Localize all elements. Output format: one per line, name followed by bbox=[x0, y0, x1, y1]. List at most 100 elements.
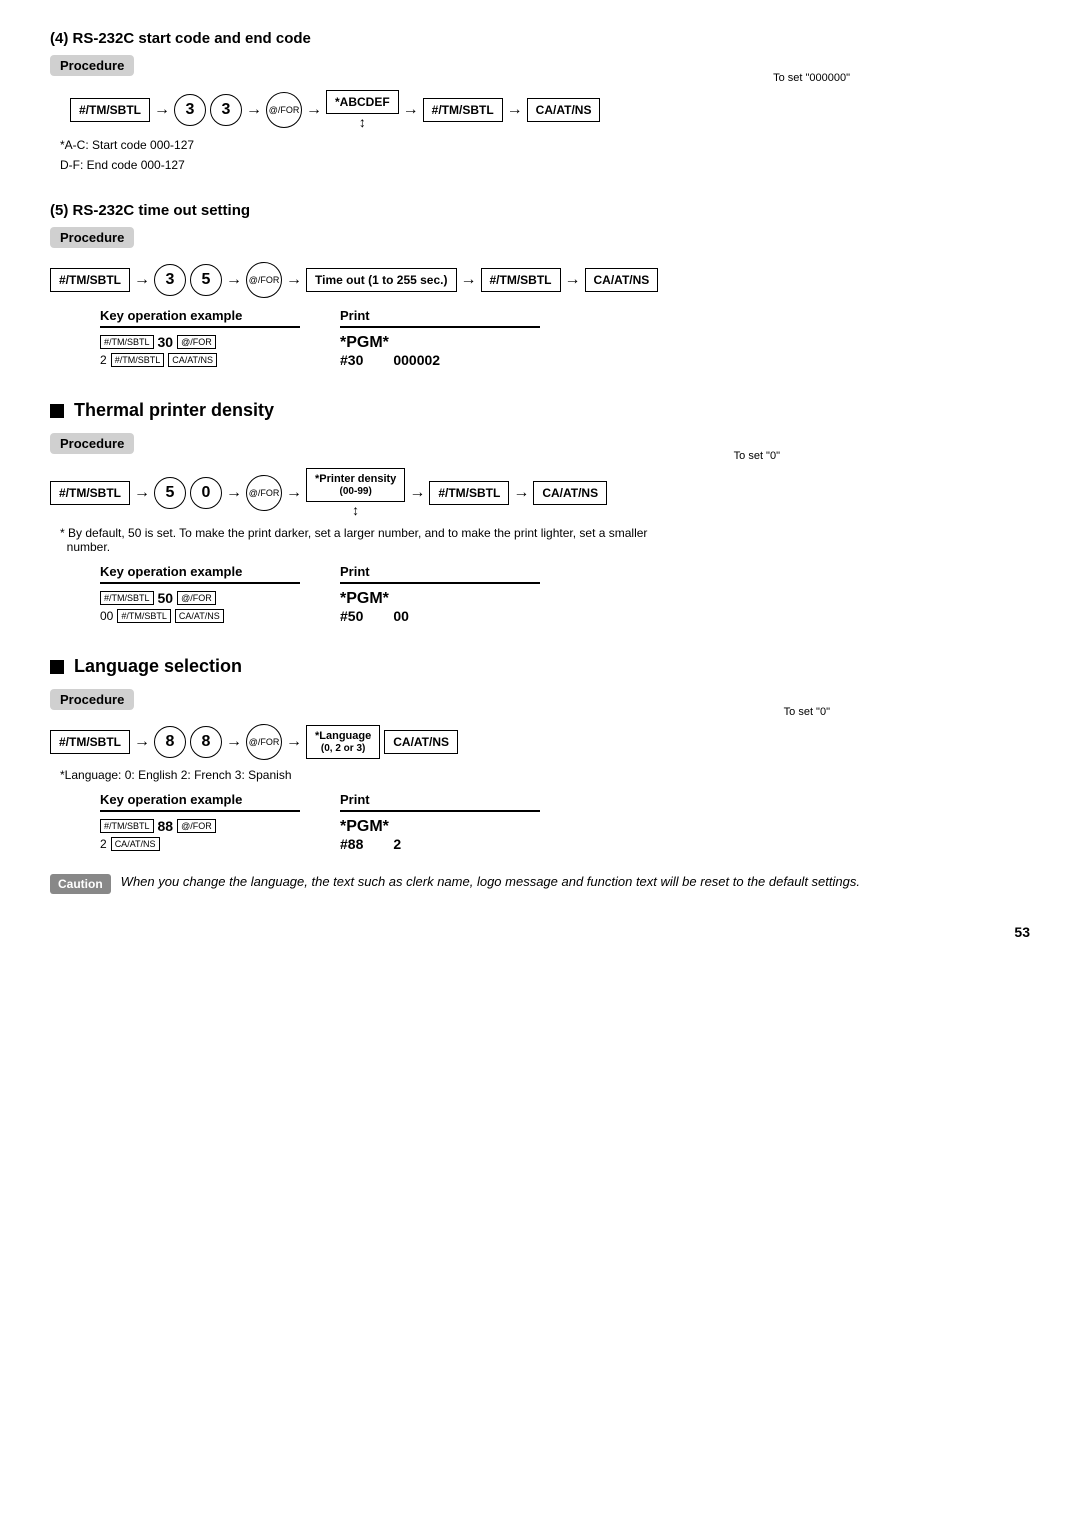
flow-caatns-1: CA/AT/NS bbox=[527, 98, 601, 122]
key-op-header-2: Key operation example bbox=[100, 564, 300, 584]
key-box-tmstbl-4: #/TM/SBTL bbox=[117, 609, 171, 623]
to-set-label-3: To set "0" bbox=[784, 706, 830, 718]
language-title-bar: Language selection bbox=[50, 656, 1030, 677]
flow-caatns-3: CA/AT/NS bbox=[533, 481, 607, 505]
flow-circle-3b: 3 bbox=[210, 94, 242, 126]
flow-caatns-4: CA/AT/NS bbox=[384, 730, 458, 754]
flow-abcdef: *ABCDEF bbox=[326, 90, 399, 114]
arrow-7: → bbox=[226, 271, 242, 289]
print-row-1: #30 000002 bbox=[340, 352, 540, 368]
flow-tmstbl-3: #/TM/SBTL bbox=[50, 268, 130, 292]
key-op-row-2a: #/TM/SBTL 50 @/FOR bbox=[100, 590, 300, 606]
key-box-tmstbl-5: #/TM/SBTL bbox=[100, 819, 154, 833]
note-1a: *A-C: Start code 000-127 bbox=[60, 138, 1030, 152]
key-num-00: 00 bbox=[100, 609, 113, 623]
black-square-thermal bbox=[50, 404, 64, 418]
flow-circle-0: 0 bbox=[190, 477, 222, 509]
flow-tmstbl-4: #/TM/SBTL bbox=[481, 268, 561, 292]
flow-circle-5a: 5 bbox=[190, 264, 222, 296]
flow-row-2: #/TM/SBTL → 3 5 → @/FOR → Time out (1 to… bbox=[50, 262, 1030, 298]
key-num-50: 50 bbox=[158, 590, 174, 606]
arrow-4: → bbox=[403, 101, 419, 119]
flow-circle-3a: 3 bbox=[174, 94, 206, 126]
procedure-badge-1: Procedure bbox=[50, 55, 134, 76]
key-op-col-3: Key operation example #/TM/SBTL 88 @/FOR… bbox=[100, 792, 300, 854]
arrow-5: → bbox=[507, 101, 523, 119]
caution-text: When you change the language, the text s… bbox=[121, 874, 860, 889]
down-arrow-2: ↕ bbox=[352, 502, 359, 518]
arrow-6: → bbox=[134, 271, 150, 289]
arrow-18: → bbox=[286, 733, 302, 751]
key-op-row-2b: 00 #/TM/SBTL CA/AT/NS bbox=[100, 609, 300, 623]
arrow-1: → bbox=[154, 101, 170, 119]
arrow-11: → bbox=[134, 484, 150, 502]
to-set-label-1: To set "000000" bbox=[773, 72, 850, 84]
flow-circle-8a: 8 bbox=[154, 726, 186, 758]
print-val-3: 2 bbox=[393, 836, 401, 852]
key-box-for-1: @/FOR bbox=[177, 335, 216, 349]
caution-badge: Caution bbox=[50, 874, 111, 894]
procedure-badge-3: Procedure bbox=[50, 433, 134, 454]
flow-for-1: @/FOR bbox=[266, 92, 302, 128]
section-rs232c-start-end: (4) RS-232C start code and end code Proc… bbox=[50, 30, 1030, 172]
key-op-row-1b: 2 #/TM/SBTL CA/AT/NS bbox=[100, 353, 300, 367]
arrow-17: → bbox=[226, 733, 242, 751]
flow-printer-density: *Printer density(00-99) bbox=[306, 468, 405, 502]
key-box-for-2: @/FOR bbox=[177, 591, 216, 605]
arrow-3: → bbox=[306, 101, 322, 119]
language-title: Language selection bbox=[74, 656, 242, 677]
arrow-16: → bbox=[134, 733, 150, 751]
section-language: Language selection Procedure To set "0" … bbox=[50, 656, 1030, 894]
section-rs232c-timeout-title: (5) RS-232C time out setting bbox=[50, 202, 1030, 219]
language-note: *Language: 0: English 2: French 3: Spani… bbox=[60, 768, 1030, 782]
print-pgm-1: *PGM* bbox=[340, 334, 540, 352]
thermal-title-bar: Thermal printer density bbox=[50, 400, 1030, 421]
key-op-col-2: Key operation example #/TM/SBTL 50 @/FOR… bbox=[100, 564, 300, 626]
caution-box: Caution When you change the language, th… bbox=[50, 874, 1030, 894]
key-box-tmstbl-1: #/TM/SBTL bbox=[100, 335, 154, 349]
key-num-30: 30 bbox=[158, 334, 174, 350]
section-rs232c-start-end-title: (4) RS-232C start code and end code bbox=[50, 30, 1030, 47]
arrow-15: → bbox=[513, 484, 529, 502]
section-thermal-density: Thermal printer density Procedure To set… bbox=[50, 400, 1030, 626]
flow-circle-5b: 5 bbox=[154, 477, 186, 509]
print-num-2: #50 bbox=[340, 608, 363, 624]
print-num-3: #88 bbox=[340, 836, 363, 852]
arrow-14: → bbox=[409, 484, 425, 502]
print-header-1: Print bbox=[340, 308, 540, 328]
flow-tmstbl-2: #/TM/SBTL bbox=[423, 98, 503, 122]
thermal-note: * By default, 50 is set. To make the pri… bbox=[60, 526, 1030, 554]
print-val-2: 00 bbox=[393, 608, 409, 624]
key-op-col-1: Key operation example #/TM/SBTL 30 @/FOR… bbox=[100, 308, 300, 370]
key-print-table-2: Key operation example #/TM/SBTL 50 @/FOR… bbox=[100, 564, 1030, 626]
flow-row-3: #/TM/SBTL → 5 0 → @/FOR → *Printer densi… bbox=[50, 468, 1030, 518]
key-print-table-3: Key operation example #/TM/SBTL 88 @/FOR… bbox=[100, 792, 1030, 854]
key-box-tmstbl-3: #/TM/SBTL bbox=[100, 591, 154, 605]
key-op-row-3a: #/TM/SBTL 88 @/FOR bbox=[100, 818, 300, 834]
arrow-9: → bbox=[461, 271, 477, 289]
section-rs232c-timeout: (5) RS-232C time out setting Procedure #… bbox=[50, 202, 1030, 370]
page-number: 53 bbox=[50, 924, 1030, 940]
print-header-2: Print bbox=[340, 564, 540, 584]
arrow-13: → bbox=[286, 484, 302, 502]
flow-for-3: @/FOR bbox=[246, 475, 282, 511]
key-box-caatns-1: CA/AT/NS bbox=[168, 353, 217, 367]
flow-language: *Language(0, 2 or 3) bbox=[306, 725, 380, 759]
flow-circle-3c: 3 bbox=[154, 264, 186, 296]
key-print-table-1: Key operation example #/TM/SBTL 30 @/FOR… bbox=[100, 308, 1030, 370]
print-row-3: #88 2 bbox=[340, 836, 540, 852]
print-col-2: Print *PGM* #50 00 bbox=[340, 564, 540, 626]
arrow-8: → bbox=[286, 271, 302, 289]
key-num-88: 88 bbox=[158, 818, 174, 834]
procedure-badge-2: Procedure bbox=[50, 227, 134, 248]
key-op-row-1a: #/TM/SBTL 30 @/FOR bbox=[100, 334, 300, 350]
key-box-tmstbl-2: #/TM/SBTL bbox=[111, 353, 165, 367]
down-arrow-1: ↕ bbox=[359, 114, 366, 130]
key-num-2b: 2 bbox=[100, 837, 107, 851]
flow-tmstbl-6: #/TM/SBTL bbox=[429, 481, 509, 505]
print-num-1: #30 bbox=[340, 352, 363, 368]
black-square-language bbox=[50, 660, 64, 674]
key-op-header-3: Key operation example bbox=[100, 792, 300, 812]
arrow-10: → bbox=[565, 271, 581, 289]
print-pgm-3: *PGM* bbox=[340, 818, 540, 836]
